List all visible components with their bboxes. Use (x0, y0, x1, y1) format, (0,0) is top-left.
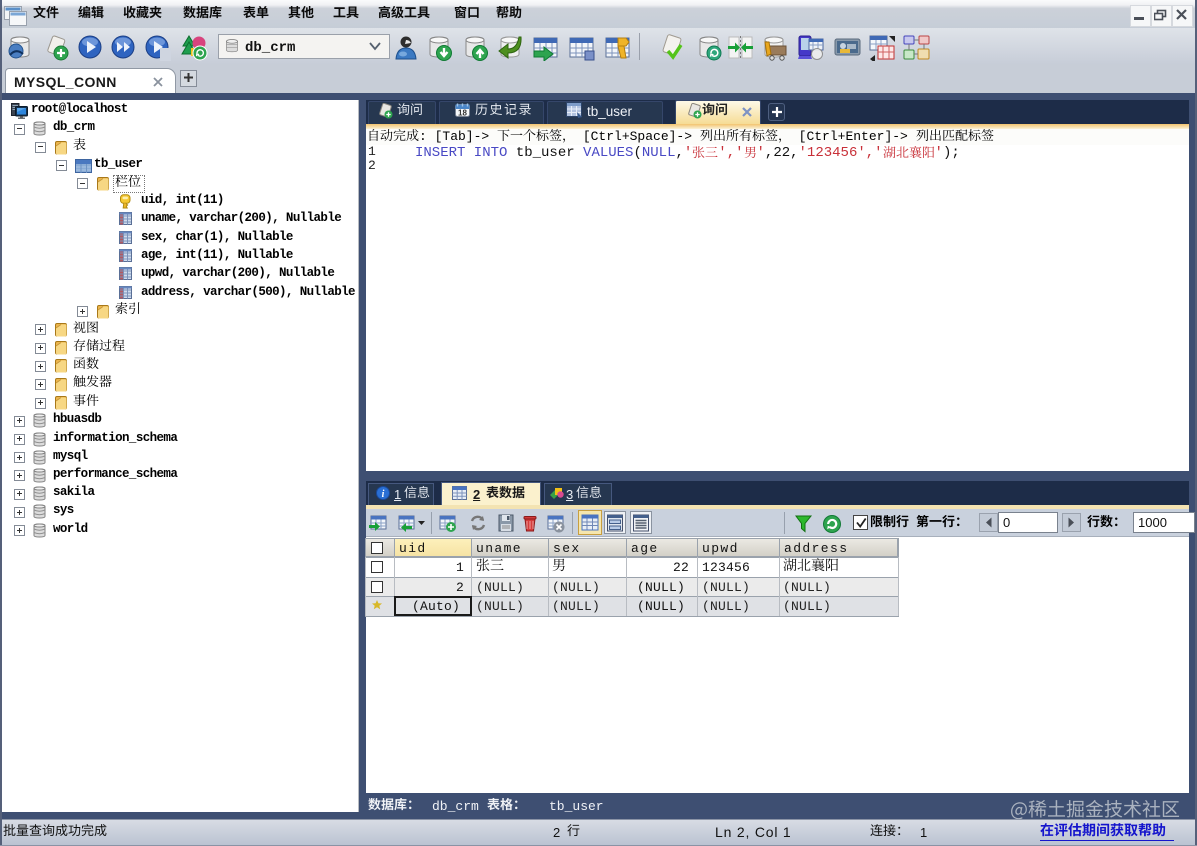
svg-text:18: 18 (458, 109, 467, 118)
svg-text:i: i (382, 489, 385, 500)
